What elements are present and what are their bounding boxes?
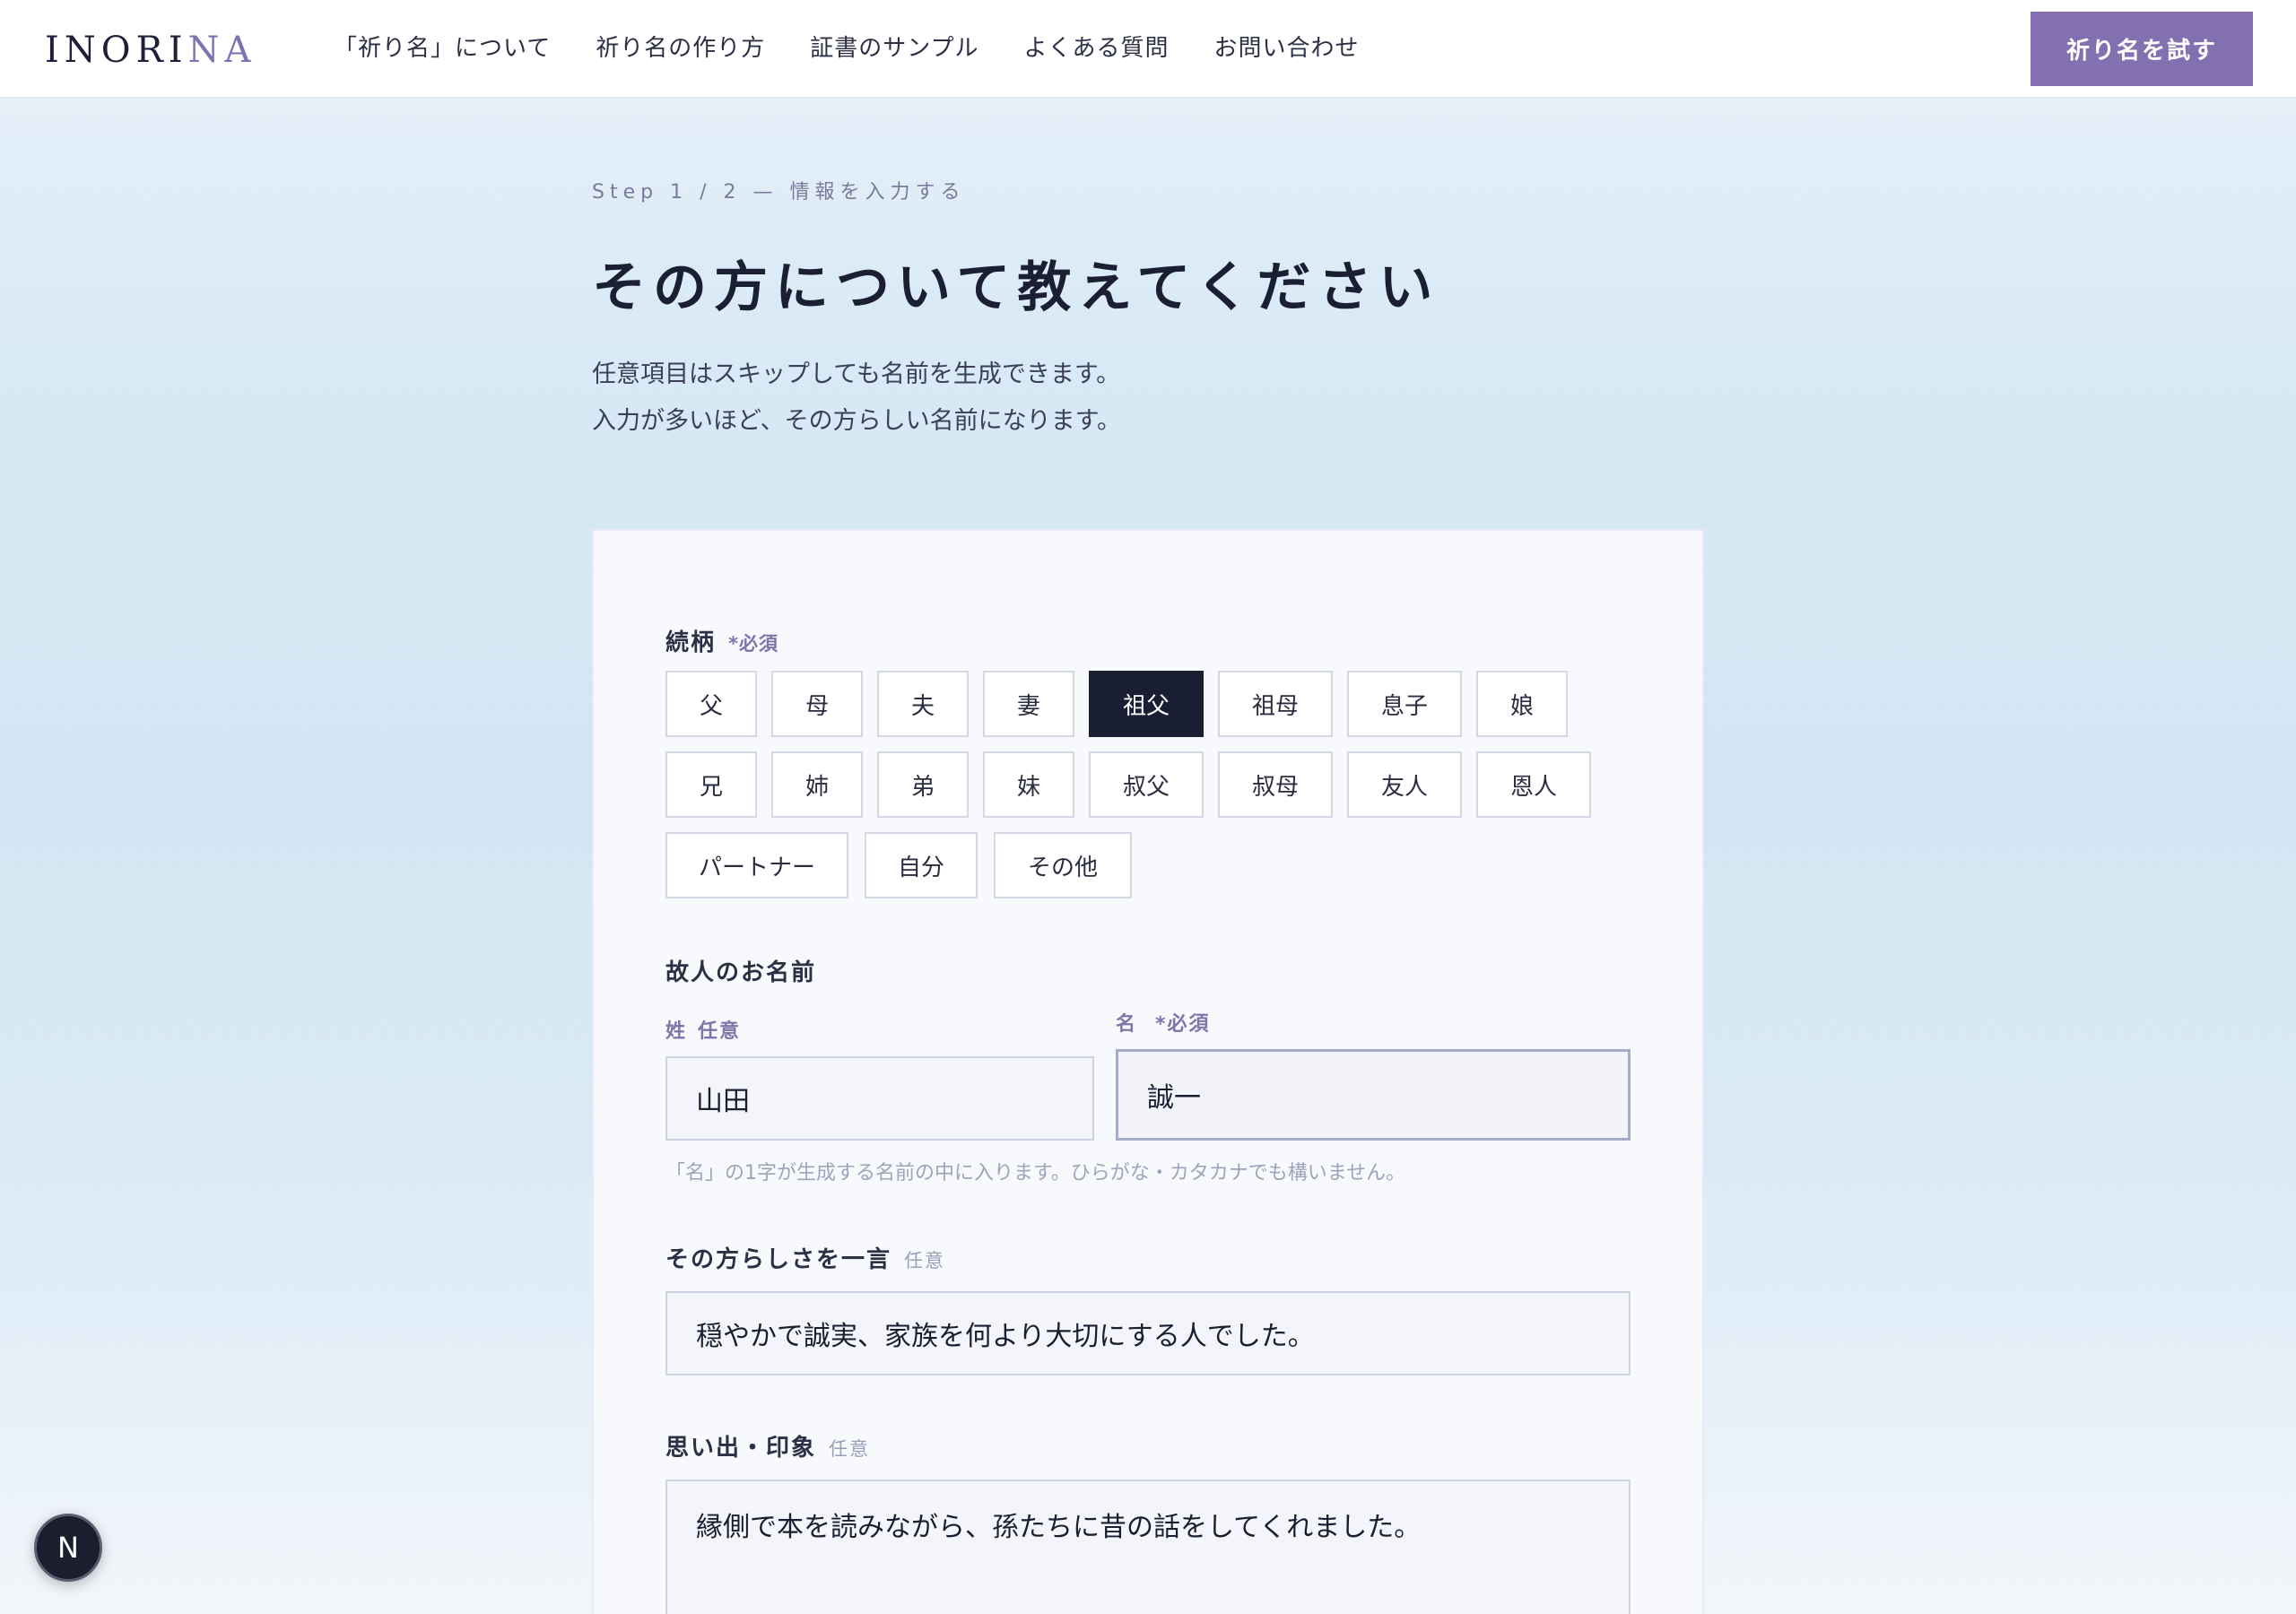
relation-label: 続柄 *必須 (665, 624, 778, 657)
chip-younger-brother[interactable]: 弟 (877, 751, 969, 818)
first-name-label-text: 名 (1116, 1013, 1138, 1036)
chip-uncle[interactable]: 叔父 (1089, 751, 1204, 818)
chip-benefactor[interactable]: 恩人 (1476, 751, 1591, 818)
chip-wife[interactable]: 妻 (983, 671, 1074, 737)
nav-certificate-sample[interactable]: 証書のサンプル (810, 30, 978, 66)
logo-accent: NA (187, 30, 257, 71)
description-line-1: 任意項目はスキップしても名前を生成できます。 (592, 360, 1121, 388)
next-logo-icon: N (57, 1531, 79, 1565)
memory-optional: 任意 (829, 1438, 871, 1460)
relation-label-text: 続柄 (665, 629, 717, 656)
nav-faq[interactable]: よくある質問 (1023, 30, 1169, 66)
first-name-required: *必須 (1155, 1013, 1211, 1036)
personality-optional: 任意 (904, 1250, 946, 1271)
memory-label: 思い出・印象 任意 (665, 1429, 870, 1462)
chip-friend[interactable]: 友人 (1347, 751, 1462, 818)
site-logo[interactable]: INORINA (45, 27, 256, 74)
form-card: 続柄 *必須 父 母 夫 妻 祖父 祖母 息子 娘 兄 姉 弟 妹 叔父 叔母 友… (592, 529, 1704, 1614)
chip-younger-sister[interactable]: 妹 (983, 751, 1074, 818)
chip-older-sister[interactable]: 姉 (771, 751, 863, 818)
required-mark: *必須 (728, 633, 778, 655)
memory-textarea[interactable]: 縁側で本を読みながら、孫たちに昔の話をしてくれました。 (665, 1480, 1631, 1614)
chip-husband[interactable]: 夫 (877, 671, 969, 737)
last-name-label: 姓任意 (665, 1015, 741, 1044)
nav-how-to[interactable]: 祈り名の作り方 (596, 30, 765, 66)
nav-contact[interactable]: お問い合わせ (1214, 30, 1360, 66)
last-name-input[interactable]: 山田 (665, 1056, 1094, 1141)
first-name-input[interactable]: 誠一 (1116, 1049, 1631, 1141)
chip-grandfather[interactable]: 祖父 (1089, 671, 1204, 737)
personality-input[interactable]: 穏やかで誠実、家族を何より大切にする人でした。 (665, 1291, 1631, 1375)
logo-main: INORI (45, 30, 188, 71)
chip-older-brother[interactable]: 兄 (665, 751, 757, 818)
deceased-name-label: 故人のお名前 (665, 959, 817, 986)
page-description: 任意項目はスキップしても名前を生成できます。 入力が多いほど、その方らしい名前に… (592, 351, 1121, 445)
description-line-2: 入力が多いほど、その方らしい名前になります。 (592, 407, 1121, 435)
chip-aunt[interactable]: 叔母 (1218, 751, 1333, 818)
chip-grandmother[interactable]: 祖母 (1218, 671, 1333, 737)
personality-label-text: その方らしさを一言 (665, 1246, 892, 1273)
name-hint: 「名」の1字が生成する名前の中に入ります。ひらがな・カタカナでも構いません。 (665, 1162, 1406, 1184)
chip-father[interactable]: 父 (665, 671, 757, 737)
chip-son[interactable]: 息子 (1347, 671, 1462, 737)
step-indicator: Step 1 / 2 — 情報を入力する (592, 181, 966, 204)
chip-partner[interactable]: パートナー (665, 832, 848, 898)
personality-label: その方らしさを一言 任意 (665, 1241, 945, 1274)
main-nav: 「祈り名」について 祈り名の作り方 証書のサンプル よくある質問 お問い合わせ (334, 30, 1405, 66)
chip-mother[interactable]: 母 (771, 671, 863, 737)
site-header: INORINA 「祈り名」について 祈り名の作り方 証書のサンプル よくある質問… (0, 0, 2296, 99)
memory-label-text: 思い出・印象 (665, 1435, 817, 1462)
try-name-button[interactable]: 祈り名を試す (2031, 12, 2253, 86)
chip-daughter[interactable]: 娘 (1476, 671, 1568, 737)
chip-other[interactable]: その他 (994, 832, 1132, 898)
page-title: その方について教えてください (592, 256, 1440, 319)
next-dev-indicator-button[interactable]: N (34, 1514, 102, 1582)
last-name-optional: 任意 (698, 1020, 742, 1043)
last-name-label-text: 姓 (665, 1020, 688, 1043)
nav-about[interactable]: 「祈り名」について (334, 30, 551, 66)
first-name-label: 名 *必須 (1116, 1008, 1211, 1037)
chip-self[interactable]: 自分 (865, 832, 978, 898)
